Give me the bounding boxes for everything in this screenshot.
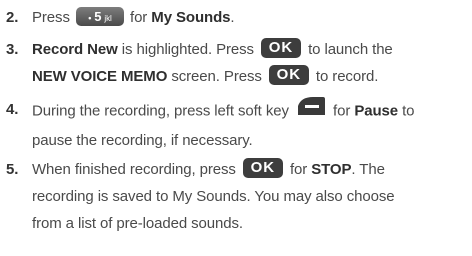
step-text: for: [289, 161, 308, 178]
stop-label: STOP: [311, 161, 352, 178]
step-number: 2.: [6, 9, 19, 26]
ok-key-icon: OK: [268, 65, 309, 86]
step-number: 3.: [6, 41, 19, 58]
step-5: 5. When finished recording, press OK for…: [0, 156, 468, 237]
step-text: from a list of pre-loaded sounds.: [32, 215, 243, 232]
ok-key-icon: OK: [242, 158, 283, 179]
step-4: 4. During the recording, press left soft…: [0, 96, 468, 154]
step-text: to launch the: [308, 41, 393, 58]
step-number: 5.: [6, 161, 19, 178]
step-text: for: [130, 9, 148, 26]
step-text: pause the recording, if necessary.: [32, 132, 253, 149]
my-sounds-label: My Sounds: [151, 9, 231, 26]
new-voice-memo-label: NEW VOICE MEMO: [32, 68, 168, 85]
step-text: Press: [32, 9, 70, 26]
left-soft-key-icon: [293, 94, 329, 125]
step-text: .: [230, 9, 235, 26]
step-3: 3. Record New is highlighted. Press OK t…: [0, 36, 468, 90]
step-text: for: [333, 102, 351, 120]
step-text: recording is saved to My Sounds. You may…: [32, 188, 395, 205]
ok-key-icon: OK: [261, 38, 301, 59]
step-text: During the recording, press left soft ke…: [32, 102, 289, 120]
step-text: is highlighted. Press: [121, 41, 254, 58]
step-2: 2. Press • 5 jkl for My Sounds.: [0, 4, 468, 31]
instruction-document: 2. Press • 5 jkl for My Sounds. 3. Record …: [0, 0, 472, 256]
step-text: to: [402, 102, 415, 120]
step-number: 4.: [6, 101, 19, 118]
step-text: screen. Press: [171, 68, 262, 85]
step-text: . The: [351, 161, 385, 178]
five-jkl-key-icon: • 5 jkl: [75, 6, 124, 26]
pause-label: Pause: [354, 102, 399, 120]
step-text: When finished recording, press: [32, 161, 236, 178]
record-new-label: Record New: [32, 41, 118, 58]
step-text: to record.: [315, 68, 379, 85]
